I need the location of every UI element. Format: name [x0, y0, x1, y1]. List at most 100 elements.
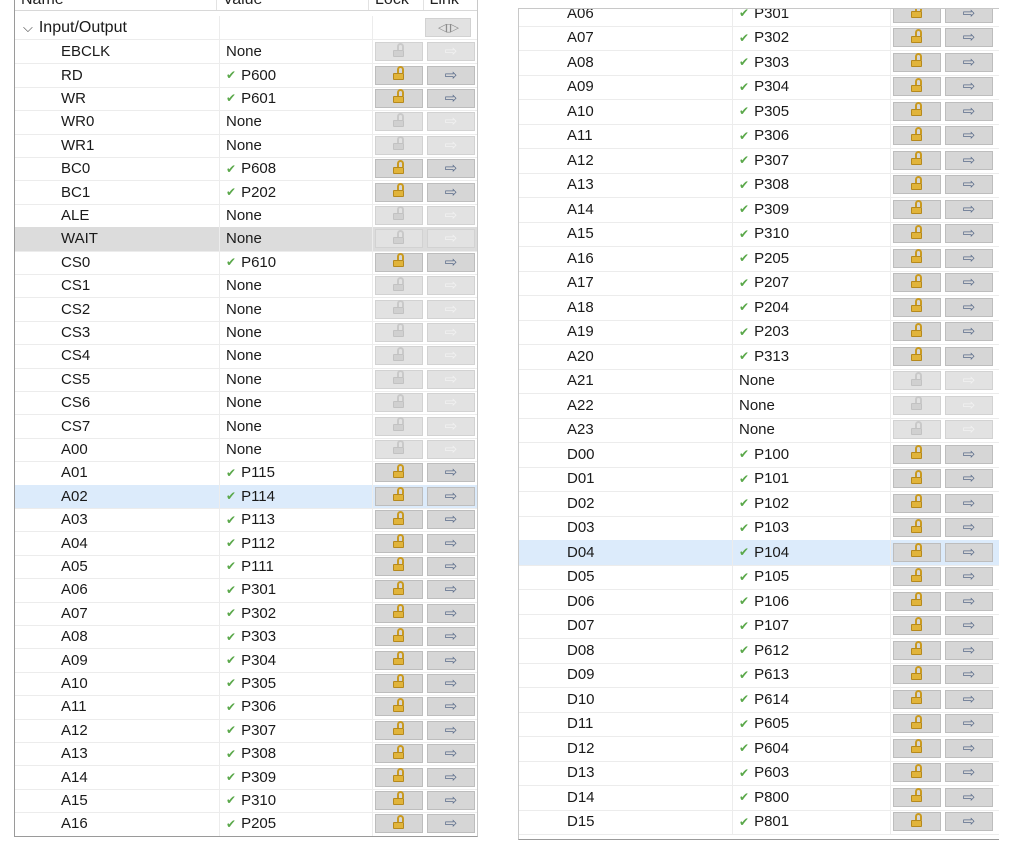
table-row[interactable]: A16 ✔ P205 ⇨: [15, 812, 477, 836]
link-button[interactable]: ⇨: [945, 224, 993, 244]
header-name[interactable]: Name: [15, 0, 217, 10]
row-value[interactable]: P105: [754, 568, 789, 585]
lock-button[interactable]: [375, 627, 423, 647]
link-button[interactable]: ⇨: [427, 650, 475, 670]
lock-button[interactable]: [375, 814, 423, 834]
lock-button[interactable]: [893, 738, 941, 758]
row-value[interactable]: P302: [241, 605, 276, 622]
link-button[interactable]: ⇨: [427, 627, 475, 647]
lock-button[interactable]: [893, 444, 941, 464]
lock-button[interactable]: [375, 42, 423, 62]
table-row[interactable]: D02 ✔ P102 ⇨: [519, 491, 999, 517]
row-value[interactable]: P305: [754, 103, 789, 120]
table-row[interactable]: CS5 None ⇨: [15, 367, 477, 392]
row-value[interactable]: None: [226, 347, 262, 364]
lock-button[interactable]: [893, 126, 941, 146]
row-value[interactable]: P306: [241, 698, 276, 715]
lock-button[interactable]: [893, 493, 941, 513]
lock-button[interactable]: [893, 812, 941, 832]
link-button[interactable]: ⇨: [427, 229, 475, 249]
row-value[interactable]: P102: [754, 495, 789, 512]
table-row[interactable]: A00 None ⇨: [15, 437, 477, 463]
lock-button[interactable]: [893, 346, 941, 366]
lock-button[interactable]: [375, 205, 423, 225]
link-button[interactable]: ⇨: [427, 603, 475, 623]
lock-button[interactable]: [893, 101, 941, 121]
table-row[interactable]: A15 ✔ P310 ⇨: [519, 221, 999, 247]
lock-button[interactable]: [893, 297, 941, 317]
table-row[interactable]: A23 None ⇨: [519, 417, 999, 443]
lock-button[interactable]: [893, 150, 941, 170]
row-value[interactable]: P608: [241, 160, 276, 177]
link-button[interactable]: ⇨: [945, 689, 993, 709]
lock-button[interactable]: [375, 346, 423, 366]
row-value[interactable]: P601: [241, 90, 276, 107]
table-row[interactable]: A11 ✔ P306 ⇨: [519, 123, 999, 149]
lock-button[interactable]: [375, 650, 423, 670]
table-row[interactable]: D05 ✔ P105 ⇨: [519, 564, 999, 590]
link-button[interactable]: ⇨: [427, 790, 475, 810]
lock-button[interactable]: [893, 591, 941, 611]
lock-button[interactable]: [893, 518, 941, 538]
row-value[interactable]: P610: [241, 254, 276, 271]
lock-button[interactable]: [893, 322, 941, 342]
row-value[interactable]: P603: [754, 764, 789, 781]
row-value[interactable]: P800: [754, 789, 789, 806]
lock-button[interactable]: [893, 640, 941, 660]
link-button[interactable]: ⇨: [945, 591, 993, 611]
row-value[interactable]: P301: [754, 9, 789, 22]
row-value[interactable]: P101: [754, 470, 789, 487]
row-value[interactable]: P310: [754, 225, 789, 242]
header-link[interactable]: Link: [424, 0, 477, 10]
link-button[interactable]: ⇨: [427, 88, 475, 108]
row-value[interactable]: None: [739, 372, 775, 389]
table-row[interactable]: CS1 None ⇨: [15, 274, 477, 299]
lock-button[interactable]: [375, 463, 423, 483]
link-button[interactable]: ⇨: [427, 322, 475, 342]
lock-button[interactable]: [893, 665, 941, 685]
link-button[interactable]: ⇨: [945, 273, 993, 293]
table-row[interactable]: A21 None ⇨: [519, 368, 999, 394]
lock-button[interactable]: [893, 9, 941, 23]
link-button[interactable]: ⇨: [945, 542, 993, 562]
lock-button[interactable]: [893, 469, 941, 489]
lock-button[interactable]: [893, 199, 941, 219]
row-value[interactable]: P613: [754, 666, 789, 683]
nav-arrows-icon[interactable]: ◁▯▷: [425, 18, 471, 37]
table-row[interactable]: D07 ✔ P107 ⇨: [519, 613, 999, 639]
row-value[interactable]: P115: [241, 464, 275, 481]
row-value[interactable]: P309: [241, 769, 276, 786]
lock-button[interactable]: [375, 416, 423, 436]
row-value[interactable]: P106: [754, 593, 789, 610]
row-value[interactable]: P103: [754, 519, 789, 536]
link-button[interactable]: ⇨: [945, 787, 993, 807]
table-row[interactable]: A03 ✔ P113 ⇨: [15, 508, 477, 533]
table-row[interactable]: CS3 None ⇨: [15, 320, 477, 346]
lock-button[interactable]: [893, 714, 941, 734]
row-value[interactable]: None: [226, 371, 262, 388]
link-button[interactable]: ⇨: [945, 297, 993, 317]
row-value[interactable]: P205: [241, 815, 276, 832]
table-row[interactable]: A04 ✔ P112 ⇨: [15, 531, 477, 556]
table-row[interactable]: A09 ✔ P304 ⇨: [519, 74, 999, 100]
lock-button[interactable]: [375, 697, 423, 717]
link-button[interactable]: ⇨: [427, 276, 475, 296]
row-value[interactable]: P612: [754, 642, 789, 659]
row-value[interactable]: P107: [754, 617, 789, 634]
link-button[interactable]: ⇨: [945, 567, 993, 587]
row-value[interactable]: None: [226, 324, 262, 341]
row-value[interactable]: P304: [754, 78, 789, 95]
row-value[interactable]: P302: [754, 29, 789, 46]
table-row[interactable]: A07 ✔ P302 ⇨: [519, 25, 999, 51]
link-button[interactable]: ⇨: [945, 101, 993, 121]
row-value[interactable]: P305: [241, 675, 276, 692]
table-row[interactable]: A12 ✔ P307 ⇨: [15, 718, 477, 743]
lock-button[interactable]: [893, 542, 941, 562]
link-button[interactable]: ⇨: [427, 252, 475, 272]
row-value[interactable]: P313: [754, 348, 789, 365]
row-value[interactable]: P801: [754, 813, 789, 830]
table-row[interactable]: A08 ✔ P303 ⇨: [15, 625, 477, 650]
link-button[interactable]: ⇨: [945, 28, 993, 48]
group-row[interactable]: ⌵ Input/Output ◁▯▷: [15, 16, 477, 40]
link-button[interactable]: ⇨: [427, 744, 475, 764]
